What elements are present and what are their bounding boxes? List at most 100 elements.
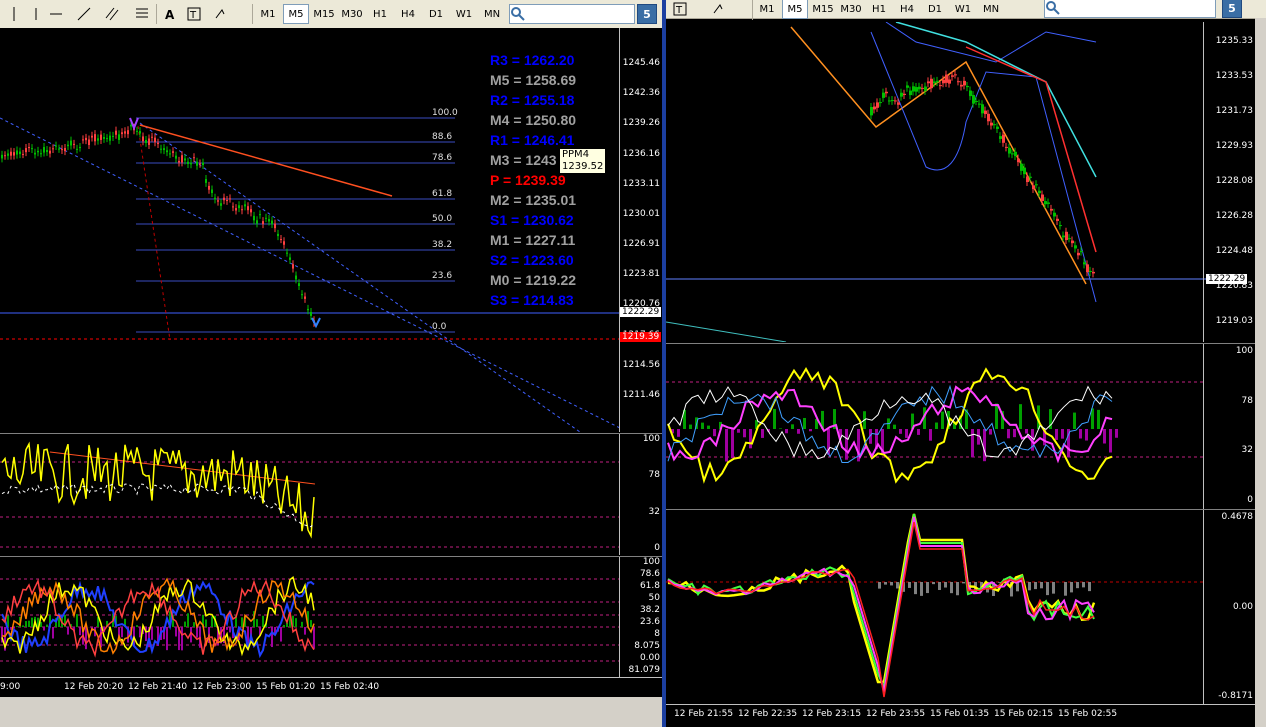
candle-body bbox=[22, 153, 24, 155]
timeframe-button-w1[interactable]: W1 bbox=[950, 0, 976, 19]
timeframe-button-m1[interactable]: M1 bbox=[255, 4, 281, 24]
text-icon[interactable]: A bbox=[162, 6, 178, 22]
timeframe-button-mn[interactable]: MN bbox=[978, 0, 1004, 19]
timeframe-button-h1[interactable]: H1 bbox=[866, 0, 892, 19]
right-window-scrollbar[interactable] bbox=[1255, 18, 1266, 727]
timeframe-button-m30[interactable]: M30 bbox=[838, 0, 864, 19]
notification-badge[interactable]: 5 bbox=[1222, 0, 1242, 18]
histogram-bar bbox=[22, 625, 24, 627]
histogram-bar bbox=[85, 627, 87, 650]
timeframe-button-m15[interactable]: M15 bbox=[311, 4, 337, 24]
candle-body bbox=[879, 102, 882, 104]
histogram-bar bbox=[932, 582, 935, 585]
fibonacci-icon[interactable] bbox=[134, 6, 150, 22]
candle-body bbox=[202, 162, 204, 166]
candle-body bbox=[310, 311, 312, 316]
histogram-bar bbox=[271, 627, 273, 648]
search-input[interactable] bbox=[509, 4, 635, 24]
fib-level-label: 88.6 bbox=[432, 132, 453, 142]
fractal-arrow-down bbox=[311, 317, 321, 329]
timeframe-button-h4[interactable]: H4 bbox=[894, 0, 920, 19]
timeframe-button-m5[interactable]: M5 bbox=[283, 4, 309, 24]
histogram-bar bbox=[743, 429, 746, 438]
candle-body bbox=[978, 103, 981, 105]
cursor-icon[interactable] bbox=[6, 6, 22, 22]
axis-label: 0.00 bbox=[639, 653, 660, 663]
candle-body bbox=[292, 264, 294, 269]
timeframe-button-d1[interactable]: D1 bbox=[922, 0, 948, 19]
candle-body bbox=[250, 209, 252, 213]
stoch-signal-line bbox=[1, 483, 315, 528]
candle-body bbox=[954, 74, 957, 76]
right-main-chart[interactable]: 1235.33 1233.53 1231.73 1229.93 1228.08 1226.… bbox=[666, 22, 1255, 342]
timeframe-button-mn[interactable]: MN bbox=[479, 4, 505, 24]
right-chart-window[interactable]: T M1 M5 M15 M30 H1 H4 D1 W1 MN 5 1235.33 1233.53 1… bbox=[666, 0, 1266, 727]
candle-body bbox=[1029, 176, 1032, 178]
left-main-chart[interactable]: 1245.46 1242.36 1239.26 1236.16 1233.11 1230.… bbox=[0, 28, 662, 432]
search-icon[interactable] bbox=[1045, 0, 1061, 16]
axis-label: -0.8171 bbox=[1218, 691, 1253, 701]
trendline-icon[interactable] bbox=[76, 6, 92, 22]
time-label: 12 Feb 23:00 bbox=[192, 682, 252, 692]
candle-body bbox=[915, 87, 918, 92]
timeframe-button-w1[interactable]: W1 bbox=[451, 4, 477, 24]
line-icon[interactable] bbox=[48, 6, 64, 22]
right-macd-pane[interactable]: 0.4678 0.00 -0.8171 bbox=[666, 509, 1255, 705]
candle-body bbox=[951, 75, 954, 77]
histogram-bar bbox=[76, 614, 78, 627]
candle-body bbox=[244, 204, 246, 207]
candle-body bbox=[160, 148, 162, 150]
histogram-bar bbox=[926, 582, 929, 594]
search-input[interactable] bbox=[1044, 0, 1216, 18]
right-macd-axis: 0.4678 0.00 -0.8171 bbox=[1203, 510, 1255, 705]
candle-body bbox=[963, 80, 966, 86]
left-oscillator-pane[interactable]: 100 78.6 61.8 50 38.2 23.6 8 8.075 0.00 81.079 bbox=[0, 556, 662, 677]
candle-body bbox=[4, 155, 6, 157]
left-stochastic-pane[interactable]: 100 78 32 0 bbox=[0, 433, 662, 555]
timeframe-button-h1[interactable]: H1 bbox=[367, 4, 393, 24]
notification-badge[interactable]: 5 bbox=[637, 4, 657, 24]
equidistant-channel-icon[interactable] bbox=[104, 6, 120, 22]
macd-line bbox=[667, 513, 1096, 684]
candle-body bbox=[64, 147, 66, 152]
search-icon[interactable] bbox=[510, 6, 526, 22]
candle-body bbox=[115, 130, 117, 135]
fib-level-label: 38.2 bbox=[432, 240, 453, 250]
histogram-bar bbox=[896, 582, 899, 589]
left-chart-window[interactable]: A T M1 M5 M15 M30 H1 H4 D1 W1 MN 5 1245.46 1242.3… bbox=[0, 0, 662, 727]
axis-label: 78 bbox=[648, 470, 660, 481]
candle-body bbox=[79, 146, 81, 148]
timeframe-button-d1[interactable]: D1 bbox=[423, 4, 449, 24]
horizontal-line-icon[interactable] bbox=[28, 6, 44, 22]
histogram-bar bbox=[304, 627, 306, 635]
timeframe-button-m1[interactable]: M1 bbox=[754, 0, 780, 19]
time-label: 15 Feb 01:20 bbox=[256, 682, 316, 692]
text-label-icon[interactable]: T bbox=[186, 6, 202, 22]
arrows-icon[interactable] bbox=[214, 6, 230, 22]
candle-body bbox=[301, 294, 303, 296]
histogram-bar bbox=[956, 582, 959, 596]
stoch-main-line bbox=[1, 441, 315, 539]
candle-body bbox=[25, 148, 27, 153]
candle-body bbox=[927, 81, 930, 84]
toolbar-separator bbox=[156, 4, 157, 24]
candle-body bbox=[1062, 235, 1065, 238]
timeframe-button-m15[interactable]: M15 bbox=[810, 0, 836, 19]
candle-body bbox=[166, 150, 168, 153]
timeframe-button-m5[interactable]: M5 bbox=[782, 0, 808, 19]
histogram-bar bbox=[1052, 582, 1055, 594]
timeframe-button-h4[interactable]: H4 bbox=[395, 4, 421, 24]
histogram-bar bbox=[229, 627, 231, 633]
candle-body bbox=[109, 135, 111, 141]
histogram-bar bbox=[1040, 582, 1043, 589]
svg-text:A: A bbox=[165, 8, 175, 22]
histogram-bar bbox=[884, 582, 887, 585]
histogram-bar bbox=[1046, 582, 1049, 596]
axis-label: 38.2 bbox=[639, 605, 660, 615]
right-stochastic-pane[interactable]: 100 78 32 0 bbox=[666, 343, 1255, 509]
timeframe-button-m30[interactable]: M30 bbox=[339, 4, 365, 24]
arrows-icon[interactable] bbox=[712, 1, 728, 17]
text-label-icon[interactable]: T bbox=[672, 1, 688, 17]
candle-body bbox=[238, 205, 240, 209]
histogram-bar bbox=[785, 429, 788, 434]
